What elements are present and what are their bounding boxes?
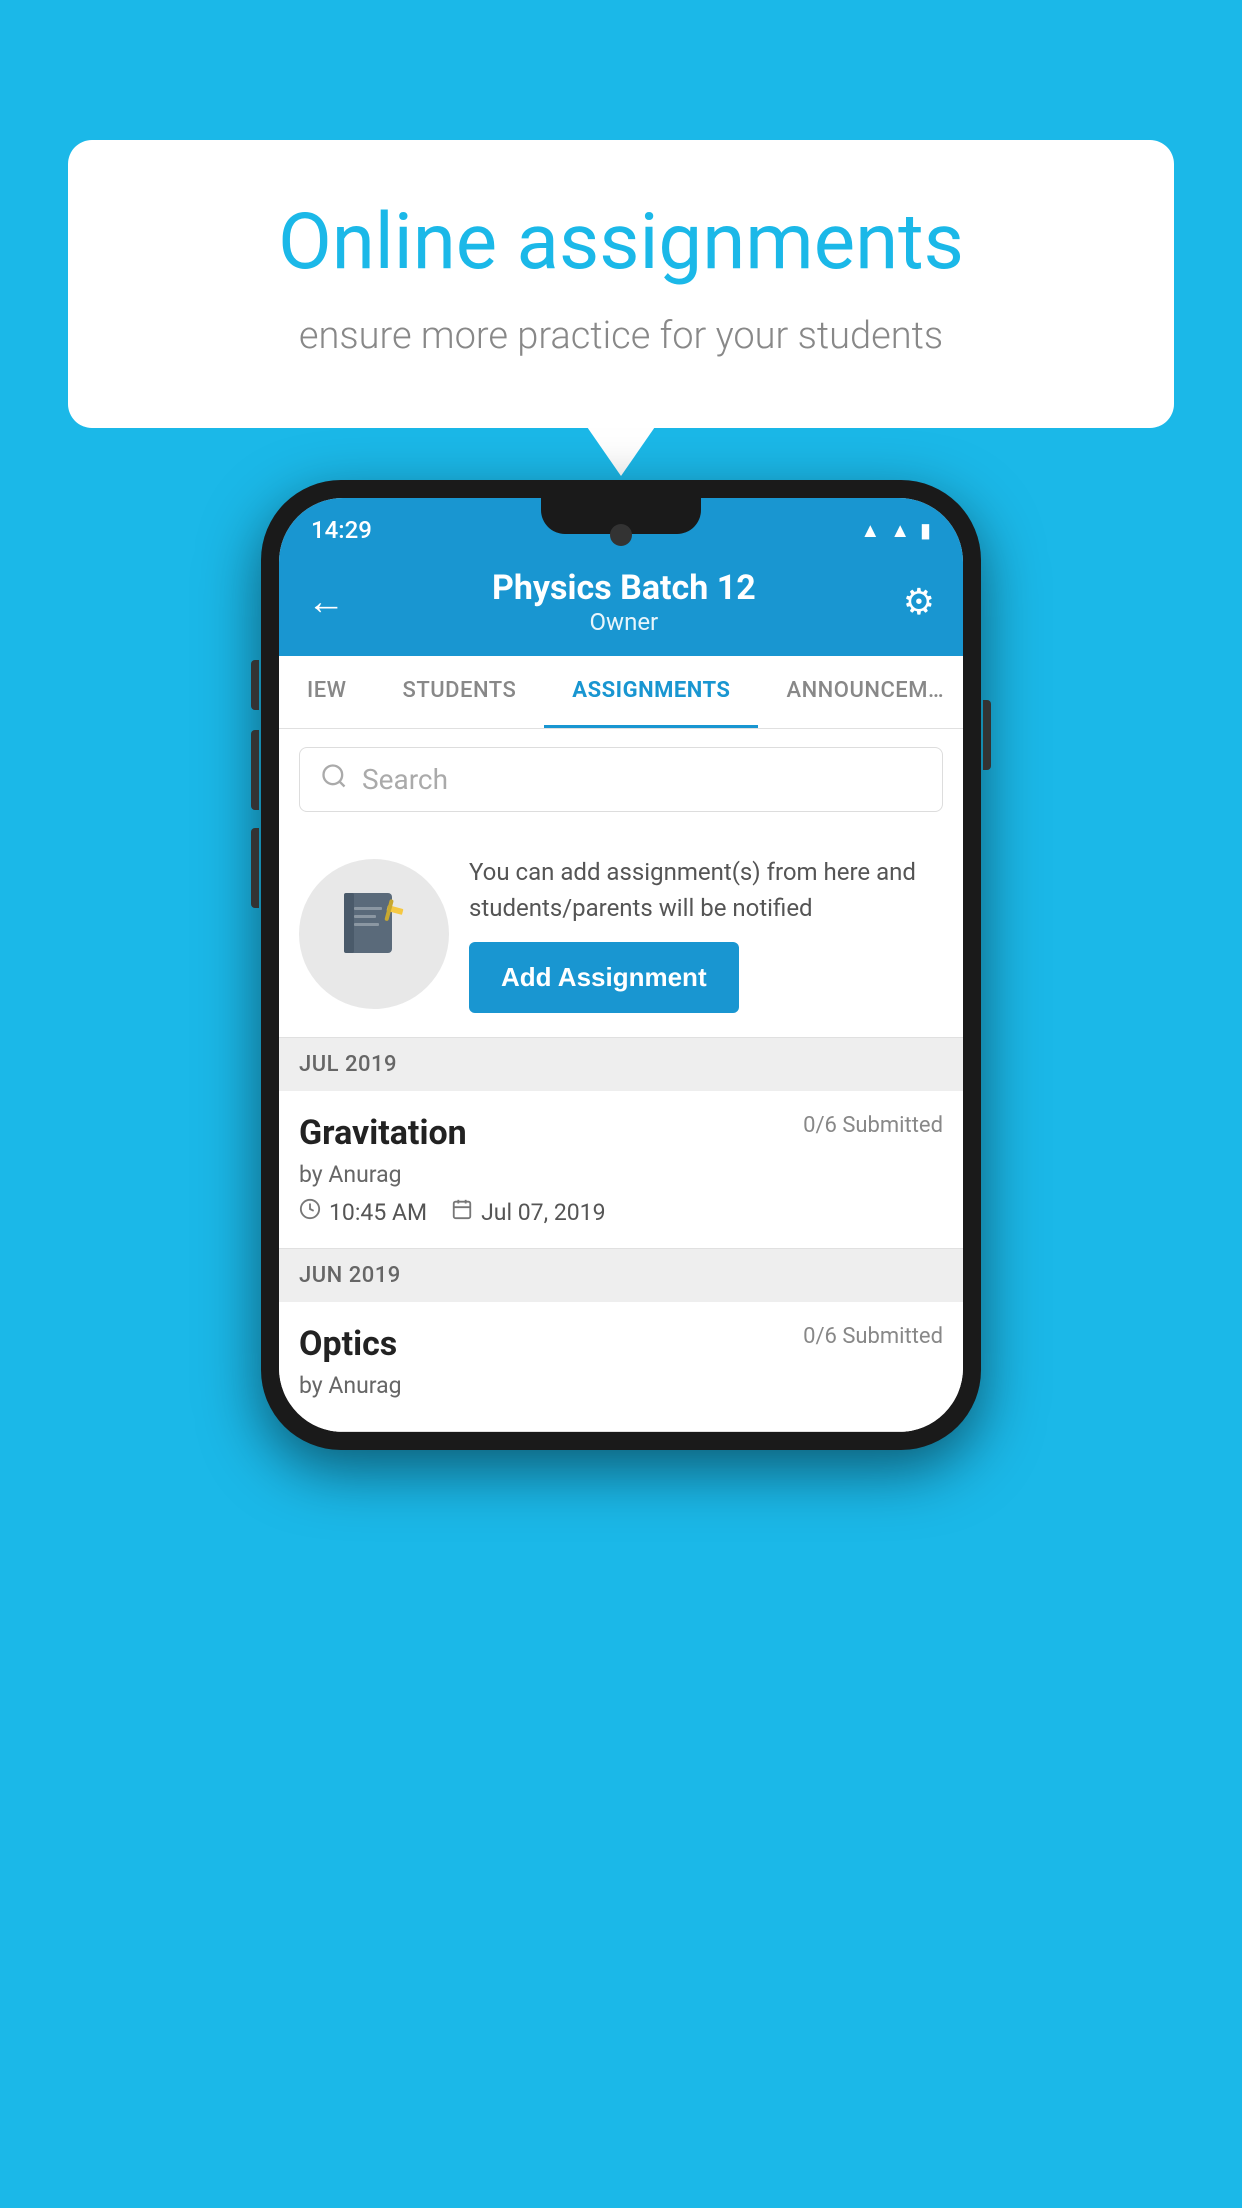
search-placeholder: Search xyxy=(362,763,448,796)
month-header-jul: JUL 2019 xyxy=(279,1038,963,1091)
assignment-submitted-optics: 0/6 Submitted xyxy=(803,1324,943,1349)
speech-bubble-container: Online assignments ensure more practice … xyxy=(68,140,1174,428)
assignment-meta: 10:45 AM Jul 07, 2019 xyxy=(299,1198,943,1226)
month-header-jun: JUN 2019 xyxy=(279,1249,963,1302)
tab-assignments[interactable]: ASSIGNMENTS xyxy=(544,656,758,728)
tab-announcements[interactable]: ANNOUNCEM… xyxy=(758,656,963,728)
signal-icon: ▲ xyxy=(890,518,910,543)
assignment-top-row-optics: Optics 0/6 Submitted xyxy=(299,1324,943,1364)
battery-icon: ▮ xyxy=(920,518,931,542)
back-button[interactable]: ← xyxy=(307,580,345,624)
phone-screen: 14:29 ▲ ▲ ▮ ← Physics Batch 12 Owner ⚙ I… xyxy=(279,498,963,1432)
status-time: 14:29 xyxy=(311,516,372,544)
calendar-icon xyxy=(451,1198,473,1226)
phone-side-btn-left-2 xyxy=(251,730,259,810)
status-icons: ▲ ▲ ▮ xyxy=(860,518,931,543)
meta-time: 10:45 AM xyxy=(299,1198,427,1226)
promo-text-area: You can add assignment(s) from here and … xyxy=(469,854,943,1013)
search-container: Search xyxy=(279,729,963,830)
speech-bubble-subtitle: ensure more practice for your students xyxy=(138,314,1104,358)
assignment-author: by Anurag xyxy=(299,1161,943,1188)
speech-bubble: Online assignments ensure more practice … xyxy=(68,140,1174,428)
header-center: Physics Batch 12 Owner xyxy=(345,568,903,636)
phone-side-btn-left-3 xyxy=(251,828,259,908)
tab-students[interactable]: STUDENTS xyxy=(375,656,545,728)
speech-bubble-title: Online assignments xyxy=(138,200,1104,286)
search-box[interactable]: Search xyxy=(299,747,943,812)
assignment-submitted: 0/6 Submitted xyxy=(803,1113,943,1138)
assignment-author-optics: by Anurag xyxy=(299,1372,943,1399)
promo-icon-circle xyxy=(299,859,449,1009)
phone-side-btn-right xyxy=(983,700,991,770)
promo-card: You can add assignment(s) from here and … xyxy=(279,830,963,1038)
app-header: ← Physics Batch 12 Owner ⚙ xyxy=(279,554,963,656)
phone-side-btn-left-1 xyxy=(251,660,259,710)
promo-description: You can add assignment(s) from here and … xyxy=(469,854,943,926)
phone-outer: 14:29 ▲ ▲ ▮ ← Physics Batch 12 Owner ⚙ I… xyxy=(261,480,981,1450)
header-subtitle: Owner xyxy=(345,608,903,636)
tabs-bar: IEW STUDENTS ASSIGNMENTS ANNOUNCEM… xyxy=(279,656,963,729)
add-assignment-button[interactable]: Add Assignment xyxy=(469,942,739,1013)
gear-icon[interactable]: ⚙ xyxy=(903,581,935,623)
phone-camera xyxy=(610,524,632,546)
search-icon xyxy=(320,762,348,797)
assignment-item-gravitation[interactable]: Gravitation 0/6 Submitted by Anurag 10:4… xyxy=(279,1091,963,1249)
assignment-name: Gravitation xyxy=(299,1113,467,1153)
phone-notch xyxy=(541,498,701,534)
tab-iew[interactable]: IEW xyxy=(279,656,375,728)
assignment-item-optics[interactable]: Optics 0/6 Submitted by Anurag xyxy=(279,1302,963,1432)
meta-date: Jul 07, 2019 xyxy=(451,1198,605,1226)
assignment-name-optics: Optics xyxy=(299,1324,397,1364)
wifi-icon: ▲ xyxy=(860,518,880,543)
notebook-icon xyxy=(334,885,414,983)
clock-icon xyxy=(299,1198,321,1226)
phone-container: 14:29 ▲ ▲ ▮ ← Physics Batch 12 Owner ⚙ I… xyxy=(261,480,981,1450)
header-title: Physics Batch 12 xyxy=(345,568,903,608)
assignment-top-row: Gravitation 0/6 Submitted xyxy=(299,1113,943,1153)
